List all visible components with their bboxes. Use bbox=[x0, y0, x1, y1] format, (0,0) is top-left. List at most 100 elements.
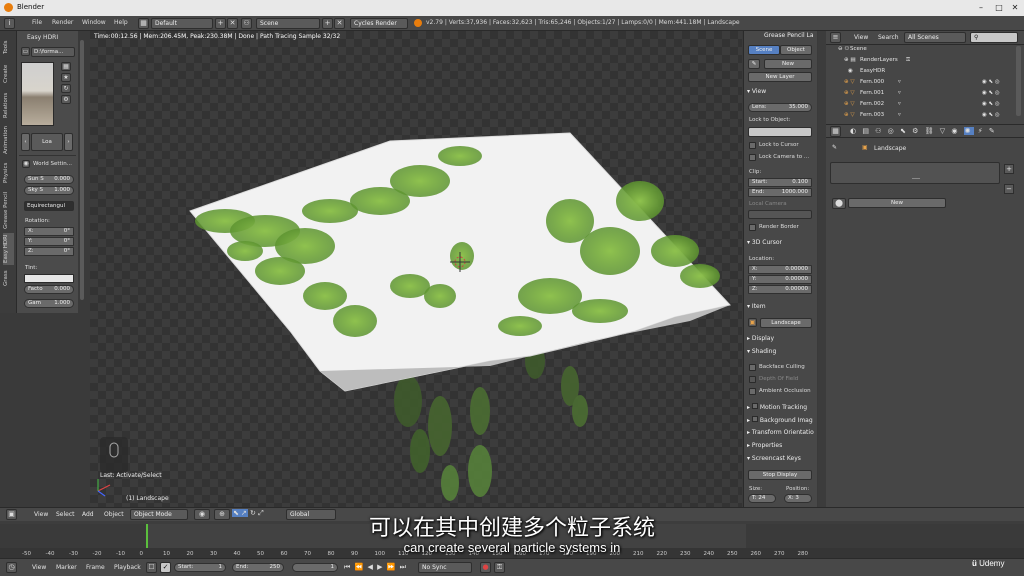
outliner-scrollbar[interactable] bbox=[1016, 46, 1021, 116]
minimize-icon[interactable]: – bbox=[976, 3, 986, 13]
particle-add-icon[interactable]: + bbox=[1004, 164, 1014, 174]
timeline-view-menu[interactable]: View bbox=[32, 564, 46, 571]
outliner-row-fern001[interactable]: ⊕ ▽ Fern.001 ▿ ◉ ⬉ ◎ bbox=[826, 90, 1016, 100]
folder-icon[interactable]: ▭ bbox=[21, 47, 30, 56]
current-frame-field[interactable]: 1 bbox=[292, 563, 338, 572]
outliner-row-scene[interactable]: ⊖ ⚇ Scene bbox=[826, 46, 1016, 56]
position-field[interactable]: X: 3 bbox=[784, 494, 812, 503]
menu-help[interactable]: Help bbox=[114, 19, 128, 26]
tab-create[interactable]: Create bbox=[3, 61, 14, 87]
hdri-thumbnail[interactable] bbox=[21, 62, 54, 126]
scene-select[interactable]: Scene bbox=[256, 18, 320, 29]
particle-systems-list[interactable] bbox=[830, 162, 1000, 184]
use-preview-icon[interactable]: ✓ bbox=[160, 562, 171, 573]
cursor-z-field[interactable]: Z: 0.00000 bbox=[748, 285, 812, 294]
clip-end-field[interactable]: End: 1000.000 bbox=[748, 188, 812, 197]
timeline-editor-icon[interactable]: ◷ bbox=[6, 562, 17, 573]
list-resize-handle[interactable] bbox=[912, 178, 920, 179]
outliner-row-fern002[interactable]: ⊕ ▽ Fern.002 ▿ ◉ ⬉ ◎ bbox=[826, 101, 1016, 111]
tab-animation[interactable]: Animation bbox=[3, 123, 14, 157]
settings-icon[interactable]: ⚙ bbox=[61, 95, 71, 104]
visibility-icons[interactable]: ◉ ⬉ ◎ bbox=[982, 90, 1000, 96]
projection-select[interactable]: Equirectangul bbox=[24, 201, 74, 211]
editor-type-icon[interactable]: i bbox=[4, 18, 15, 29]
outliner-filter-select[interactable]: All Scenes bbox=[904, 32, 966, 43]
layout-add-icon[interactable]: + bbox=[215, 18, 226, 29]
prev-hdri-button[interactable]: ‹ bbox=[21, 133, 30, 151]
tab-tools[interactable]: Tools bbox=[3, 35, 14, 59]
scene-add-icon[interactable]: + bbox=[322, 18, 333, 29]
hdri-icon-1[interactable]: ▦ bbox=[61, 62, 71, 71]
keying-set-icon[interactable]: ⚿ bbox=[494, 562, 505, 573]
lock-object-field[interactable] bbox=[748, 127, 812, 137]
clip-start-field[interactable]: Start: 0.100 bbox=[748, 178, 812, 187]
menu-render[interactable]: Render bbox=[52, 19, 73, 26]
visibility-icons[interactable]: ◉ ⬉ ◎ bbox=[982, 112, 1000, 118]
tab-grease-pencil[interactable]: Grease Pencil bbox=[3, 189, 14, 231]
tab-physics[interactable]: Physics bbox=[3, 159, 14, 187]
size-field[interactable]: T: 24 bbox=[748, 494, 776, 503]
tab-relations[interactable]: Relations bbox=[3, 89, 14, 121]
particle-remove-icon[interactable]: − bbox=[1004, 184, 1014, 194]
layout-remove-icon[interactable]: ✕ bbox=[227, 18, 238, 29]
outliner-search-menu[interactable]: Search bbox=[878, 34, 899, 41]
outliner-row-fern003[interactable]: ⊕ ▽ Fern.003 ▿ ◉ ⬉ ◎ bbox=[826, 112, 1016, 122]
sky-strength-field[interactable]: Sky S 1.000 bbox=[24, 186, 74, 195]
menu-window[interactable]: Window bbox=[82, 19, 106, 26]
rotation-z-field[interactable]: Z: 0° bbox=[24, 247, 74, 256]
load-hdri-button[interactable]: Loa bbox=[31, 133, 63, 151]
playback-controls[interactable]: ⏮ ⏪ ◀ ▶ ⏩ ⏭ bbox=[344, 563, 407, 572]
context-tab-icons[interactable]: ◐ ▤ ⚇ ◎ ⬉ ⚙ ⛓ ▽ ◉ ✺ ⚡ ✎ bbox=[850, 127, 997, 135]
layout-select[interactable]: Default bbox=[151, 18, 213, 29]
stop-display-button[interactable]: Stop Display bbox=[748, 470, 812, 480]
next-hdri-button[interactable]: › bbox=[64, 133, 73, 151]
particle-settings-icon[interactable]: ⬤ bbox=[832, 198, 846, 209]
visibility-icons[interactable]: ◉ ⬉ ◎ bbox=[982, 79, 1000, 85]
lens-field[interactable]: Lens: 35.000 bbox=[748, 103, 812, 112]
menu-file[interactable]: File bbox=[32, 19, 42, 26]
npanel-scrollbar[interactable] bbox=[818, 31, 826, 507]
backface-checkbox[interactable] bbox=[749, 364, 756, 371]
star-icon[interactable]: ★ bbox=[61, 73, 71, 82]
maximize-icon[interactable]: □ bbox=[994, 3, 1004, 13]
cursor-y-field[interactable]: Y: 0.00000 bbox=[748, 275, 812, 284]
start-frame-field[interactable]: Start: 1 bbox=[174, 563, 226, 572]
3d-viewport[interactable]: Time:00:12.56 | Mem:206.45M, Peak:230.38… bbox=[90, 31, 742, 507]
tab-easy-hdri[interactable]: Easy HDRI bbox=[3, 233, 14, 265]
gamma-field[interactable]: Gam 1.000 bbox=[24, 299, 74, 308]
timeline-playback-menu[interactable]: Playback bbox=[114, 564, 141, 571]
outliner-row-renderlayers[interactable]: ⊕ ▤ RenderLayers ⚿ bbox=[826, 57, 1016, 67]
dof-checkbox[interactable] bbox=[749, 376, 756, 383]
timeline-marker-menu[interactable]: Marker bbox=[56, 564, 77, 571]
record-icon[interactable]: ● bbox=[480, 562, 491, 573]
pin-icon[interactable]: ✎ bbox=[832, 144, 837, 151]
gp-new-button[interactable]: New bbox=[764, 59, 812, 69]
local-camera-field[interactable] bbox=[748, 210, 812, 219]
refresh-icon[interactable]: ↻ bbox=[61, 84, 71, 93]
end-frame-field[interactable]: End: 250 bbox=[232, 563, 284, 572]
outliner-row-fern000[interactable]: ⊕ ▽ Fern.000 ▿ ◉ ⬉ ◎ bbox=[826, 79, 1016, 89]
sync-select[interactable]: No Sync bbox=[418, 562, 472, 573]
cursor-x-field[interactable]: X: 0.00000 bbox=[748, 265, 812, 274]
tab-scene[interactable]: Scene bbox=[748, 45, 780, 55]
particle-new-button[interactable]: New bbox=[848, 198, 946, 208]
layout-icon[interactable]: ▦ bbox=[138, 18, 149, 29]
outliner-view-menu[interactable]: View bbox=[854, 34, 868, 41]
lock-to-cursor-checkbox[interactable] bbox=[749, 142, 756, 149]
lock-camera-checkbox[interactable] bbox=[749, 154, 756, 161]
shelf-scrollbar[interactable] bbox=[80, 40, 84, 300]
render-engine-select[interactable]: Cycles Render bbox=[350, 18, 408, 29]
rotation-y-field[interactable]: Y: 0° bbox=[24, 237, 74, 246]
tint-color-swatch[interactable] bbox=[24, 274, 74, 283]
tab-grass[interactable]: Grass bbox=[3, 267, 14, 289]
new-layer-button[interactable]: New Layer bbox=[748, 72, 812, 82]
close-icon[interactable]: ✕ bbox=[1010, 3, 1020, 13]
outliner-editor-icon[interactable]: ≡ bbox=[830, 32, 841, 43]
item-name-field[interactable]: Landscape bbox=[760, 318, 812, 328]
visibility-icons[interactable]: ◉ ⬉ ◎ bbox=[982, 101, 1000, 107]
timeline-frame-menu[interactable]: Frame bbox=[86, 564, 105, 571]
factor-field[interactable]: Facto 0.000 bbox=[24, 285, 74, 294]
outliner-search-field[interactable]: ⚲ bbox=[970, 32, 1018, 43]
grease-pencil-icon[interactable]: ✎ bbox=[748, 59, 760, 69]
scene-icon[interactable]: ⚇ bbox=[241, 18, 252, 29]
